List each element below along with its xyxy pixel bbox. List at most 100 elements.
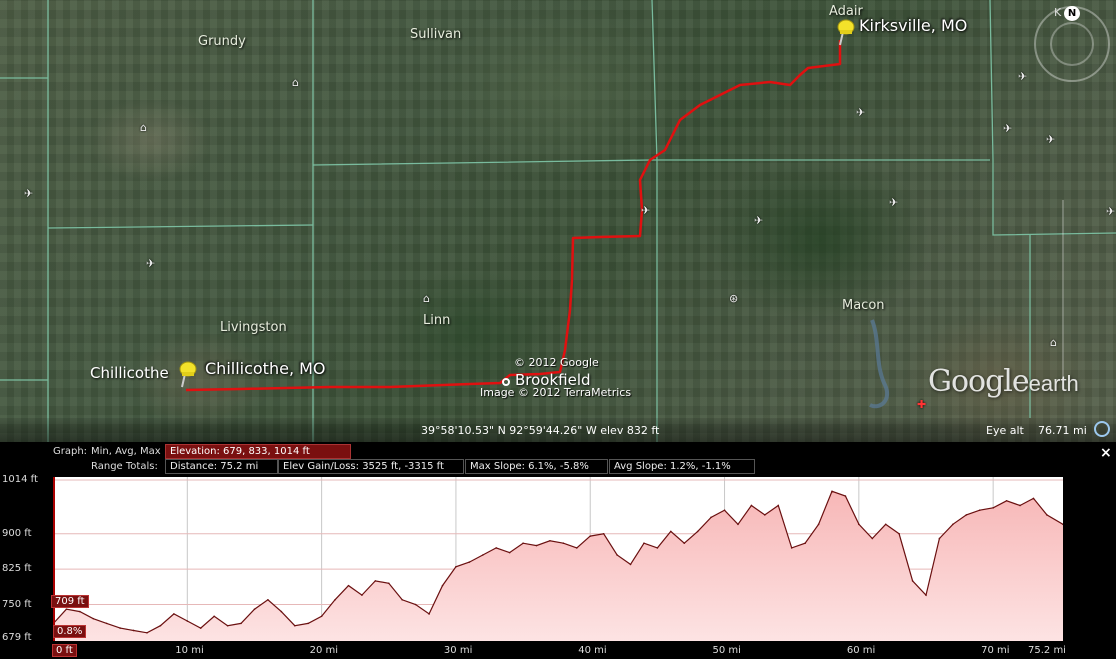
elevation-point — [173, 613, 175, 615]
elevation-point — [643, 542, 645, 544]
eye-alt-label: Eye alt — [986, 424, 1024, 437]
graph-label: Graph: — [53, 446, 88, 457]
lake-shape — [869, 319, 890, 409]
county-label: Macon — [842, 298, 885, 313]
compass-north-button[interactable]: N — [1064, 6, 1080, 21]
x-tick-label: 30 mi — [443, 645, 473, 656]
elevation-point — [522, 542, 524, 544]
elevation-point — [307, 622, 309, 625]
airport-icon: ✈ — [856, 106, 866, 119]
elevation-point — [858, 523, 860, 526]
elevation-point — [267, 598, 269, 601]
county-label: Linn — [423, 313, 451, 328]
elevation-point — [334, 598, 336, 601]
county-label: Livingston — [220, 320, 287, 335]
max-slope-stat[interactable]: Max Slope: 6.1%, -5.8% — [465, 459, 608, 474]
elevation-point — [764, 514, 766, 516]
cursor-slope-badge: 0.8% — [53, 625, 87, 638]
route-path — [185, 40, 842, 392]
elevation-point — [629, 563, 632, 566]
map-view[interactable]: Grundy Sullivan Adair Livingston Linn Ma… — [0, 0, 1116, 442]
x-tick-label: 10 mi — [175, 645, 204, 656]
x-tick-label: 70 mi — [981, 645, 1010, 656]
stadium-icon: ⊛ — [729, 292, 739, 305]
elevation-point — [992, 507, 994, 509]
elevation-point — [723, 509, 726, 511]
airport-icon: ✈ — [754, 214, 764, 227]
elevation-chart[interactable] — [53, 477, 1063, 641]
google-earth-window: Grundy Sullivan Adair Livingston Linn Ma… — [0, 0, 1116, 659]
elevation-point — [925, 594, 927, 596]
airport-icon: ✈ — [1018, 70, 1028, 83]
elevation-point — [1019, 504, 1021, 507]
end-pin-icon[interactable] — [834, 18, 858, 46]
distance-stat[interactable]: Distance: 75.2 mi — [165, 459, 278, 474]
elevation-point — [226, 624, 229, 627]
elevation-point — [105, 622, 108, 625]
elevation-point — [737, 523, 739, 526]
town-label: Chillicothe — [90, 364, 169, 382]
school-icon: ⌂ — [1050, 336, 1057, 349]
elevation-point — [495, 547, 498, 549]
town-marker-icon — [502, 378, 510, 386]
y-tick-label: 900 ft — [2, 527, 32, 539]
elevation-point — [146, 632, 148, 634]
y-tick-label: 750 ft — [2, 598, 32, 610]
close-icon[interactable]: × — [1100, 445, 1112, 461]
elevation-point — [683, 542, 686, 544]
start-placemark-label[interactable]: Chillicothe, MO — [205, 359, 326, 378]
elevation-stat[interactable]: Elevation: 679, 833, 1014 ft — [165, 444, 351, 459]
end-distance-label: 75.2 mi — [1028, 645, 1066, 656]
elevation-point — [361, 594, 363, 596]
elevation-point — [468, 561, 471, 563]
start-pin-icon[interactable] — [176, 360, 200, 388]
elevation-profile-panel: × Graph: Min, Avg, Max Elevation: 679, 8… — [0, 442, 1116, 659]
elevation-point — [965, 514, 968, 516]
copyright-google: © 2012 Google — [514, 356, 599, 369]
elevation-point — [1005, 499, 1008, 502]
elevation-point — [576, 547, 578, 549]
end-placemark-label[interactable]: Kirksville, MO — [859, 16, 967, 35]
elevation-point — [79, 610, 81, 613]
county-label: Grundy — [198, 34, 246, 49]
elevation-point — [804, 542, 806, 544]
compass-k-label: K — [1054, 6, 1062, 19]
elevation-point — [710, 516, 712, 519]
elevation-area — [53, 491, 1063, 641]
elevation-point — [1032, 497, 1035, 500]
elevation-point — [132, 629, 135, 632]
elevation-point — [978, 509, 981, 511]
elevation-point — [656, 547, 659, 549]
elevation-point — [414, 603, 417, 606]
elevation-point — [602, 532, 605, 535]
avg-slope-stat[interactable]: Avg Slope: 1.2%, -1.1% — [609, 459, 755, 474]
airport-icon: ✈ — [1106, 205, 1116, 218]
airport-icon: ✈ — [641, 204, 651, 217]
elevation-point — [213, 615, 215, 618]
airport-icon: ✈ — [1046, 133, 1056, 146]
elevation-point — [589, 535, 592, 537]
elevation-point — [159, 624, 162, 627]
museum-icon: ⌂ — [423, 292, 430, 305]
elevation-point — [1046, 514, 1048, 516]
elevation-point — [549, 540, 551, 542]
elevation-point — [374, 580, 377, 582]
elevation-point — [119, 627, 121, 629]
elevation-point — [320, 615, 323, 618]
elevation-point — [481, 554, 484, 556]
y-tick-label: 825 ft — [2, 563, 32, 575]
y-tick-label: 679 ft — [2, 632, 32, 643]
range-totals-label: Range Totals: — [91, 461, 158, 472]
zoom-slider[interactable] — [1062, 200, 1086, 380]
elev-gain-loss-stat[interactable]: Elev Gain/Loss: 3525 ft, -3315 ft — [278, 459, 464, 474]
elevation-point — [817, 523, 820, 526]
y-tick-label: 1014 ft — [2, 474, 38, 485]
graph-mode[interactable]: Min, Avg, Max — [91, 446, 161, 457]
elevation-point — [441, 584, 444, 587]
cursor-distance-badge: 0 ft — [52, 644, 77, 657]
elevation-point — [670, 530, 672, 533]
elevation-point — [455, 565, 457, 568]
elevation-point — [347, 584, 350, 587]
airport-icon: ✈ — [146, 257, 156, 270]
elevation-point — [186, 620, 189, 622]
